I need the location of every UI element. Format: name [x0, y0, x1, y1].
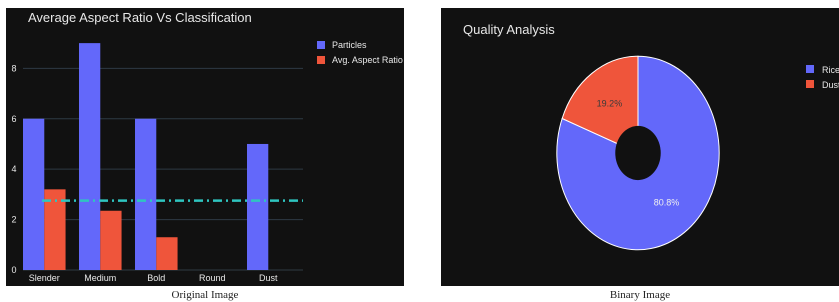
pie-value-label: 19.2%: [597, 99, 623, 109]
donut-hole: [615, 125, 661, 181]
legend-label-particles: Particles: [332, 40, 367, 50]
y-tick-label: 0: [11, 265, 16, 275]
right-caption: Binary Image: [609, 289, 671, 301]
legend-label-rice: Rice: [822, 65, 839, 75]
pie-chart-panel: Quality Analysis 80.8% 19.2% Rice Dust: [441, 8, 839, 286]
y-tick-label: 2: [11, 215, 16, 225]
bar-particles: [23, 118, 45, 270]
y-tick-label: 6: [11, 114, 16, 124]
legend-swatch-dust: [806, 80, 814, 88]
bar-particles: [79, 43, 101, 270]
legend-swatch-rice: [806, 65, 814, 73]
y-tick-label: 4: [11, 164, 16, 174]
legend-label-aspect-ratio: Avg. Aspect Ratio: [332, 55, 403, 65]
bar-chart: Average Aspect Ratio Vs Classification 0…: [11, 10, 403, 283]
bar-particles: [135, 118, 157, 270]
x-tick-label: Medium: [84, 273, 116, 283]
legend-label-dust: Dust: [822, 80, 839, 90]
bar-chart-title: Average Aspect Ratio Vs Classification: [28, 10, 252, 25]
legend-swatch-aspect-ratio: [317, 56, 325, 64]
x-tick-label: Round: [199, 273, 226, 283]
y-tick-label: 8: [11, 63, 16, 73]
legend-swatch-particles: [317, 41, 325, 49]
pie-chart: Quality Analysis 80.8% 19.2% Rice Dust: [463, 22, 839, 251]
pie-chart-title: Quality Analysis: [463, 22, 555, 37]
pie-value-label: 80.8%: [654, 197, 680, 207]
bar-aspect-ratio: [100, 210, 122, 270]
bar-particles: [247, 143, 269, 270]
x-tick-label: Dust: [259, 273, 278, 283]
bar-aspect-ratio: [156, 237, 178, 270]
x-tick-label: Bold: [147, 273, 165, 283]
left-caption: Original Image: [171, 289, 239, 301]
bar-chart-panel: Average Aspect Ratio Vs Classification 0…: [6, 8, 404, 286]
x-tick-label: Slender: [29, 273, 60, 283]
